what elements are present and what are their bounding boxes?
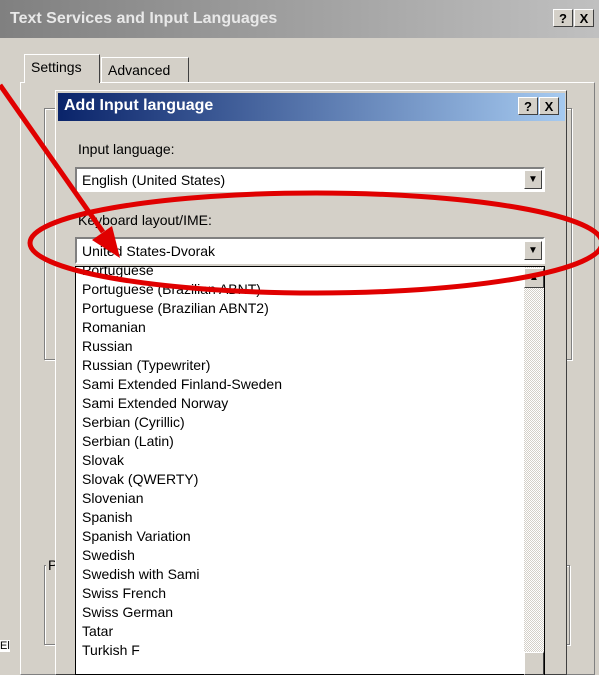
annotation-overlay xyxy=(0,83,599,296)
tab-settings[interactable]: Settings xyxy=(24,54,100,83)
annotation-arrow xyxy=(0,83,106,234)
arrow-head-icon xyxy=(92,226,120,258)
